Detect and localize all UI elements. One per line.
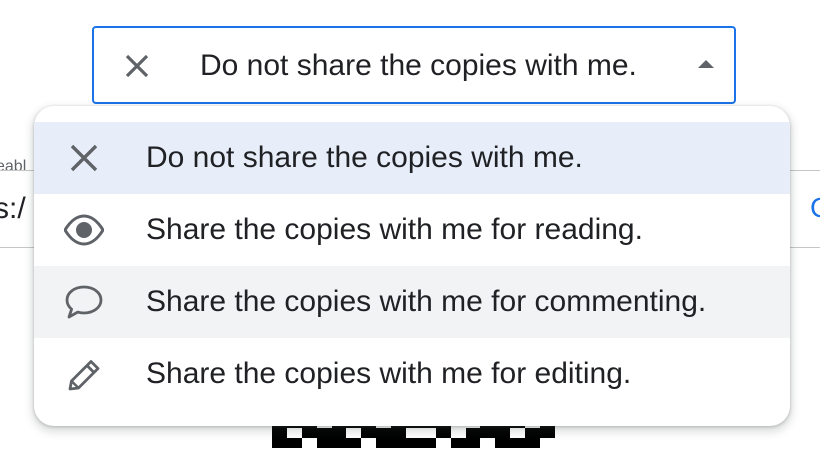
- qr-module: [420, 438, 436, 448]
- qr-module: [391, 428, 407, 438]
- qr-module: [435, 428, 451, 438]
- qr-module: [465, 428, 481, 438]
- comment-icon: [65, 285, 103, 319]
- menu-option-do-not-share[interactable]: Do not share the copies with me.: [34, 122, 790, 194]
- menu-option-commenting[interactable]: Share the copies with me for commenting.: [34, 266, 790, 338]
- eye-icon: [64, 214, 104, 246]
- qr-module: [450, 428, 466, 438]
- qr-module: [331, 428, 347, 438]
- qr-module: [286, 428, 302, 438]
- qr-module: [331, 438, 347, 448]
- qr-module: [510, 428, 526, 438]
- qr-module: [525, 428, 541, 438]
- qr-module: [420, 428, 436, 438]
- menu-option-reading[interactable]: Share the copies with me for reading.: [34, 194, 790, 266]
- qr-module: [435, 438, 451, 448]
- qr-module: [316, 438, 332, 448]
- select-value: Do not share the copies with me.: [200, 49, 637, 82]
- menu-option-label: Share the copies with me for reading.: [146, 213, 643, 246]
- menu-option-label: Share the copies with me for editing.: [146, 357, 632, 390]
- menu-option-editing[interactable]: Share the copies with me for editing.: [34, 338, 790, 410]
- qr-module: [346, 438, 362, 448]
- qr-module: [272, 438, 287, 448]
- qr-module: [525, 438, 541, 448]
- qr-module: [480, 438, 496, 448]
- qr-module: [361, 428, 377, 438]
- copy-link-button-fragment[interactable]: C: [810, 192, 820, 224]
- qr-module: [510, 438, 526, 448]
- qr-module: [361, 438, 377, 448]
- qr-module: [316, 428, 332, 438]
- pencil-icon: [68, 360, 100, 391]
- qr-module: [540, 438, 555, 448]
- qr-module: [406, 438, 421, 448]
- menu-option-label: Share the copies with me for commenting.: [146, 285, 707, 318]
- qr-module: [301, 428, 317, 438]
- caret-up-icon: [698, 60, 714, 68]
- qr-module: [406, 428, 421, 438]
- close-icon: [70, 144, 98, 172]
- share-copies-select[interactable]: Do not share the copies with me.: [92, 26, 736, 104]
- qr-module: [272, 428, 287, 438]
- qr-module: [465, 438, 481, 448]
- menu-option-label: Do not share the copies with me.: [146, 141, 583, 174]
- qr-module: [301, 438, 317, 448]
- qr-module: [540, 428, 555, 438]
- qr-module: [495, 428, 511, 438]
- qr-module: [480, 428, 496, 438]
- qr-module: [286, 438, 302, 448]
- qr-module: [376, 428, 392, 438]
- link-url-fragment: s:/: [0, 192, 26, 225]
- qr-module: [495, 438, 511, 448]
- qr-module: [346, 428, 362, 438]
- qr-module: [391, 438, 407, 448]
- qr-module: [450, 438, 466, 448]
- close-icon: [125, 54, 149, 78]
- share-copies-menu: Do not share the copies with me. Share t…: [34, 106, 790, 426]
- qr-module: [376, 438, 392, 448]
